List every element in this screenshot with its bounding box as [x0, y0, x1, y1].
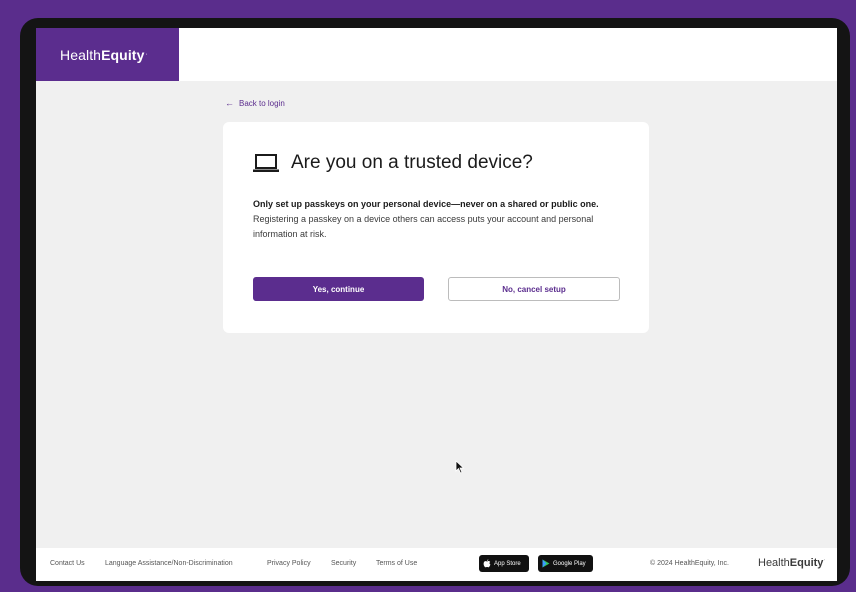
yes-continue-button[interactable]: Yes, continue	[253, 277, 424, 301]
footer-link-language-assistance[interactable]: Language Assistance/Non-Discrimination	[105, 560, 233, 567]
footer-link-security[interactable]: Security	[331, 560, 356, 567]
footer-link-terms-of-use[interactable]: Terms of Use	[376, 560, 417, 567]
mouse-pointer-icon	[455, 460, 465, 474]
trusted-device-dialog: Are you on a trusted device? Only set up…	[223, 122, 649, 333]
logo-text-bold: Equity	[101, 46, 145, 63]
apple-icon	[483, 559, 491, 568]
healthequity-logo[interactable]: Health Equity ·	[36, 28, 179, 81]
dialog-header: Are you on a trusted device?	[253, 152, 533, 174]
google-play-icon	[542, 559, 550, 568]
footer-logo-mark: ·	[823, 557, 826, 564]
top-header: Health Equity ·	[36, 28, 837, 81]
google-play-badge[interactable]: Google Play	[538, 555, 593, 572]
footer-logo-bold: Equity	[789, 557, 824, 569]
footer-logo-regular: Health	[758, 557, 790, 569]
app-store-label: App Store	[494, 560, 521, 567]
google-play-label: Google Play	[553, 560, 586, 567]
laptop-icon	[253, 154, 279, 172]
no-cancel-setup-button[interactable]: No, cancel setup	[448, 277, 620, 301]
dialog-warning-strong: Only set up passkeys on your personal de…	[253, 199, 599, 209]
back-to-login-link[interactable]: ← Back to login	[225, 98, 285, 108]
dialog-description: Only set up passkeys on your personal de…	[253, 197, 623, 242]
logo-text-regular: Health	[60, 46, 102, 63]
page-footer: Contact Us Language Assistance/Non-Discr…	[36, 548, 837, 581]
app-store-badge[interactable]: App Store	[479, 555, 529, 572]
back-to-login-label: Back to login	[239, 98, 285, 108]
dialog-title: Are you on a trusted device?	[291, 152, 533, 173]
arrow-left-icon: ←	[225, 98, 234, 108]
footer-link-contact-us[interactable]: Contact Us	[50, 560, 85, 567]
dialog-warning-rest: Registering a passkey on a device others…	[253, 214, 594, 239]
browser-viewport: Health Equity · ← Back to login Are you on…	[36, 28, 837, 581]
logo-mark: ·	[145, 51, 148, 58]
footer-link-privacy-policy[interactable]: Privacy Policy	[267, 560, 311, 567]
copyright-text: © 2024 HealthEquity, Inc.	[650, 560, 729, 567]
footer-healthequity-logo: HealthEquity·	[758, 557, 825, 569]
